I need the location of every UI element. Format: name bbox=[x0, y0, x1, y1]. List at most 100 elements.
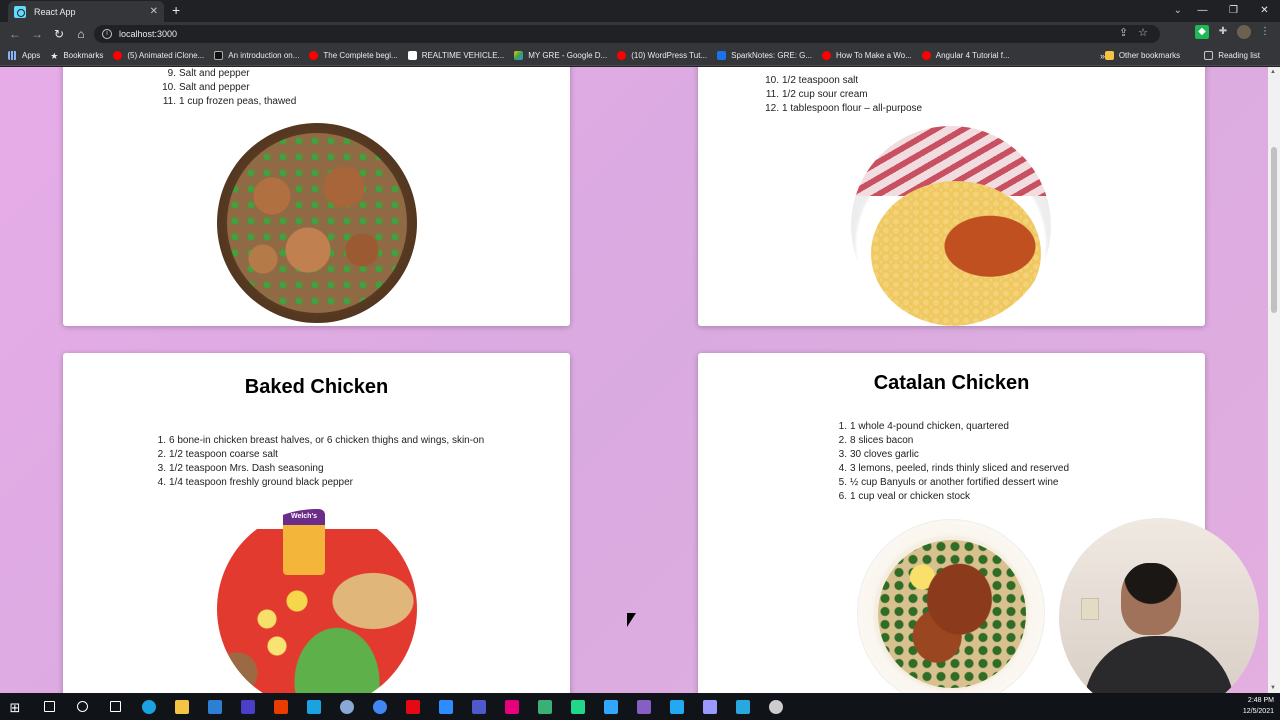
taskbar-item[interactable] bbox=[297, 693, 330, 720]
extension-icon[interactable]: ◆ bbox=[1195, 25, 1209, 39]
profile-avatar[interactable] bbox=[1237, 25, 1251, 39]
close-window-icon[interactable]: ✕ bbox=[1249, 0, 1280, 22]
list-item: 1. 6 bone-in chicken breast halves, or 6 … bbox=[157, 435, 485, 446]
bookmarks-bar: Apps ★ Bookmarks (5) Animated iClone... A… bbox=[0, 46, 1280, 66]
webcam-overlay bbox=[1059, 518, 1259, 718]
youtube-icon bbox=[921, 51, 931, 60]
home-icon[interactable]: ⌂ bbox=[70, 27, 92, 41]
list-item: 10. 1/2 teaspoon salt bbox=[765, 75, 859, 86]
zoom-icon bbox=[438, 699, 453, 714]
bookmark-star-icon[interactable]: ☆ bbox=[1138, 26, 1148, 39]
back-icon[interactable]: ← bbox=[4, 27, 26, 41]
restore-icon[interactable]: ❐ bbox=[1218, 0, 1249, 22]
taskbar-item[interactable] bbox=[561, 693, 594, 720]
taskbar-item[interactable] bbox=[396, 693, 429, 720]
taskbar-item[interactable] bbox=[759, 693, 792, 720]
obs-icon bbox=[768, 699, 783, 714]
wall-picture bbox=[1081, 598, 1099, 620]
taskbar-item[interactable] bbox=[330, 693, 363, 720]
bookmark-item[interactable]: REALTIME VEHICLE... bbox=[407, 51, 504, 60]
bookmark-item[interactable]: (5) Animated iClone... bbox=[113, 51, 204, 60]
recipe-image bbox=[217, 509, 417, 693]
bookmark-item[interactable]: (10) WordPress Tut... bbox=[617, 51, 707, 60]
taskbar-item[interactable] bbox=[363, 693, 396, 720]
reload-icon[interactable]: ↻ bbox=[48, 27, 70, 41]
taskbar-item[interactable] bbox=[429, 693, 462, 720]
share-icon[interactable]: ⇪ bbox=[1119, 26, 1128, 39]
forward-icon[interactable]: → bbox=[26, 27, 48, 41]
office-icon bbox=[273, 699, 288, 714]
reading-list[interactable]: Reading list bbox=[1204, 51, 1260, 60]
bookmark-item[interactable]: SparkNotes: GRE: G... bbox=[717, 51, 812, 60]
netflix-icon bbox=[405, 699, 420, 714]
app2-icon bbox=[537, 699, 552, 714]
taskbar: ⊞ 2:48 PM 12/5/2021 bbox=[0, 693, 1280, 720]
system-clock[interactable]: 2:48 PM 12/5/2021 bbox=[1243, 695, 1274, 717]
reading-list-icon bbox=[1204, 51, 1214, 60]
ingredient-list: 1. 6 bone-in chicken breast halves, or 6 … bbox=[149, 434, 485, 490]
apps-icon bbox=[8, 51, 17, 60]
start-button[interactable]: ⊞ bbox=[0, 693, 33, 720]
affinity-icon bbox=[240, 699, 255, 714]
taskbar-item[interactable] bbox=[726, 693, 759, 720]
scroll-up-icon[interactable]: ▲ bbox=[1270, 69, 1276, 75]
ingredient-list: 10. 1/2 teaspoon salt 11. 1/2 cup sour cre… bbox=[762, 74, 922, 116]
taskbar-item[interactable] bbox=[495, 693, 528, 720]
taskbar-item[interactable] bbox=[627, 693, 660, 720]
extensions: ◆ ✚ ⋮ bbox=[1195, 25, 1272, 39]
drive-icon bbox=[514, 51, 524, 60]
taskbar-item[interactable] bbox=[594, 693, 627, 720]
taskbar-item[interactable] bbox=[264, 693, 297, 720]
other-bookmarks[interactable]: Other bookmarks bbox=[1104, 51, 1180, 60]
recipe-image bbox=[851, 126, 1051, 326]
windows-icon: ⊞ bbox=[9, 699, 21, 715]
taskbar-item[interactable] bbox=[198, 693, 231, 720]
page-scrollbar[interactable]: ▲ ▼ bbox=[1268, 67, 1280, 693]
tab-react-app[interactable]: React App ✕ bbox=[8, 1, 164, 22]
terminal-icon bbox=[214, 51, 224, 60]
close-tab-icon[interactable]: ✕ bbox=[150, 6, 158, 17]
list-item: 5. ½ cup Banyuls or another fortified des… bbox=[838, 477, 1059, 488]
taskbar-item[interactable] bbox=[165, 693, 198, 720]
taskbar-item[interactable] bbox=[231, 693, 264, 720]
folder-icon bbox=[1104, 51, 1114, 60]
scroll-thumb[interactable] bbox=[1271, 147, 1277, 313]
bookmark-item[interactable]: Angular 4 Tutorial f... bbox=[921, 51, 1010, 60]
pycharm-icon bbox=[570, 699, 585, 714]
bookmark-apps[interactable]: Apps bbox=[8, 51, 40, 60]
taskbar-item[interactable] bbox=[66, 693, 99, 720]
premiere-icon bbox=[702, 699, 717, 714]
menu-icon[interactable]: ⋮ bbox=[1258, 25, 1272, 39]
taskbar-item[interactable] bbox=[33, 693, 66, 720]
recipe-image bbox=[857, 519, 1045, 693]
store-icon bbox=[207, 699, 222, 714]
taskbar-item[interactable] bbox=[693, 693, 726, 720]
list-item: 2. 8 slices bacon bbox=[838, 435, 914, 446]
scroll-down-icon[interactable]: ▼ bbox=[1270, 685, 1276, 691]
list-item: 11. 1 cup frozen peas, thawed bbox=[162, 96, 297, 107]
taskbar-item[interactable] bbox=[99, 693, 132, 720]
bookmark-item[interactable]: The Complete begi... bbox=[309, 51, 398, 60]
taskbar-item[interactable] bbox=[132, 693, 165, 720]
recipe-card-baked-chicken: Baked Chicken 1. 6 bone-in chicken breast… bbox=[63, 353, 570, 693]
bookmark-item[interactable]: MY GRE - Google D... bbox=[514, 51, 607, 60]
puzzle-icon[interactable]: ✚ bbox=[1216, 25, 1230, 39]
new-tab-button[interactable]: + bbox=[172, 2, 180, 18]
bookmark-item[interactable]: An introduction on... bbox=[214, 51, 299, 60]
bookmark-item[interactable]: How To Make a Wo... bbox=[822, 51, 912, 60]
recipe-title: Catalan Chicken bbox=[873, 372, 1030, 394]
taskbar-item[interactable] bbox=[462, 693, 495, 720]
tab-search-icon[interactable]: ⌄ bbox=[1174, 0, 1182, 22]
minimize-icon[interactable]: — bbox=[1187, 0, 1218, 22]
cortana-icon bbox=[77, 701, 88, 712]
address-bar[interactable]: i localhost:3000 ⇪ ☆ bbox=[94, 25, 1160, 43]
photoshop-icon bbox=[603, 699, 618, 714]
bookmark-bookmarks[interactable]: ★ Bookmarks bbox=[50, 51, 103, 61]
recipe-card: 10. 1/2 teaspoon salt 11. 1/2 cup sour cre… bbox=[698, 67, 1205, 326]
app-icon bbox=[306, 699, 321, 714]
browser-toolbar: ← → ↻ ⌂ i localhost:3000 ⇪ ☆ ◆ ✚ ⋮ bbox=[0, 22, 1280, 46]
info-icon[interactable]: i bbox=[102, 29, 112, 39]
url-text: localhost:3000 bbox=[119, 29, 178, 39]
taskbar-item[interactable] bbox=[528, 693, 561, 720]
taskbar-item[interactable] bbox=[660, 693, 693, 720]
